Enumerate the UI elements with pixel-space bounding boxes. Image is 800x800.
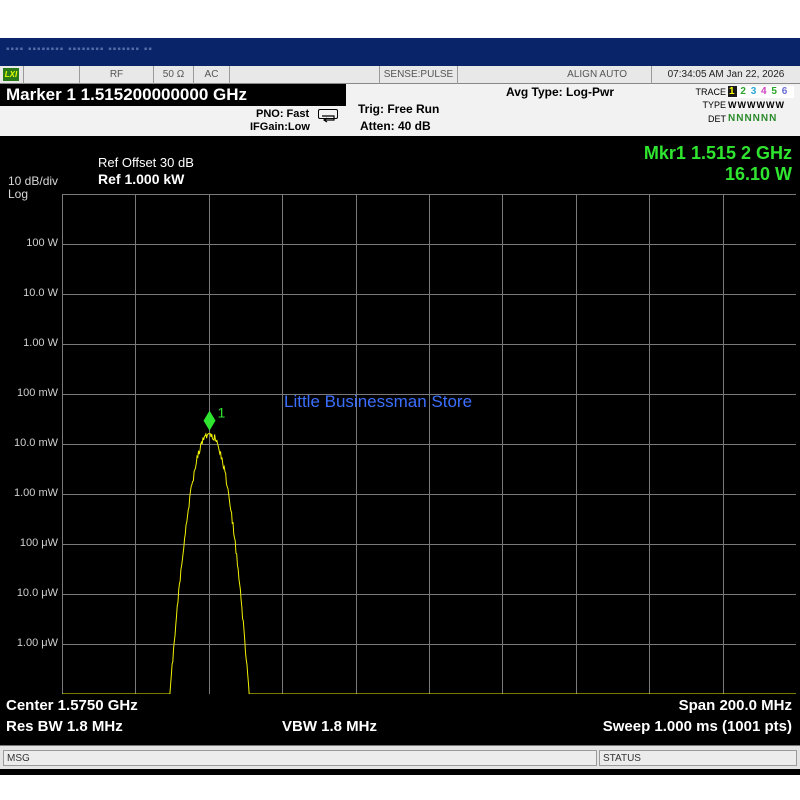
window-title-text: ▪▪▪▪ ▪▪▪▪▪▪▪▪ ▪▪▪▪▪▪▪▪ ▪▪▪▪▪▪▪ ▪▪ [6, 44, 153, 55]
blank-cell [24, 66, 80, 84]
marker-1: 1 [203, 405, 226, 431]
marker-number-label: 1 [218, 405, 226, 421]
y-axis-label: 100 μW [19, 537, 58, 549]
message-bar: MSG STATUS [0, 745, 800, 769]
lxi-cell: LXI [0, 66, 24, 84]
spectrum-plot[interactable]: 1 [62, 194, 796, 694]
trigger-setting: Trig: Free Run [358, 102, 440, 116]
y-axis-label: 100 W [26, 237, 58, 249]
lxi-logo: LXI [3, 68, 19, 81]
y-axis-label: 1.00 W [23, 337, 58, 349]
pno-toggle-icon [318, 109, 338, 123]
scale-per-div: 10 dB/div [8, 174, 59, 188]
impedance-cell[interactable]: 50 Ω [154, 66, 194, 84]
trace-1-indicator[interactable]: 1 [728, 86, 737, 97]
y-axis-label: 10.0 μW [16, 587, 58, 599]
msg-field: MSG [3, 750, 597, 766]
det-values: NNNNNN [728, 113, 778, 124]
marker-frequency-readout: Mkr1 1.515 2 GHz [643, 143, 792, 163]
blank-cell-2 [230, 66, 380, 84]
align-cell: ALIGN AUTO [458, 66, 652, 84]
coupling-cell[interactable]: AC [194, 66, 230, 84]
y-axis-label: 10.0 W [23, 287, 58, 299]
marker-amplitude-readout: 16.10 W [724, 164, 792, 184]
spectrum-display: Ref Offset 30 dB Ref 1.000 kW 10 dB/div … [0, 138, 800, 695]
status-strip: LXI RF 50 Ω AC SENSE:PULSE ALIGN AUTO 07… [0, 66, 800, 84]
sense-cell: SENSE:PULSE [380, 66, 458, 84]
ref-level[interactable]: Ref 1.000 kW [98, 171, 184, 187]
type-label: TYPE [702, 100, 726, 110]
footer-settings: Center 1.5750 GHz Span 200.0 MHz Res BW … [0, 695, 800, 741]
y-axis-label: 10.0 mW [13, 437, 58, 449]
ifgain-setting: IFGain:Low [250, 121, 310, 133]
watermark-text: Little Businessman Store [284, 392, 473, 411]
span-setting[interactable]: Span 200.0 MHz [679, 697, 792, 714]
trace-status-box: TRACE 1 2 3 4 5 6 TYPE WWWWWW DET NNNNNN [654, 84, 800, 134]
vbw-setting[interactable]: VBW 1.8 MHz [282, 718, 377, 735]
ref-offset: Ref Offset 30 dB [98, 155, 194, 170]
settings-header: Marker 1 1.515200000000 GHz PNO: Fast IF… [0, 84, 800, 138]
res-bw-setting[interactable]: Res BW 1.8 MHz [6, 718, 123, 735]
status-field: STATUS [599, 750, 797, 766]
y-axis-label: 1.00 μW [16, 637, 58, 649]
avg-type-setting: Avg Type: Log-Pwr [506, 85, 614, 99]
y-axis-label: 1.00 mW [13, 487, 58, 499]
rf-input-cell[interactable]: RF [80, 66, 154, 84]
y-axis-label: 100 mW [17, 387, 58, 399]
datetime-cell: 07:34:05 AM Jan 22, 2026 [667, 69, 785, 80]
trace-label: TRACE [695, 87, 726, 97]
type-values: WWWWWW [728, 100, 785, 110]
sweep-setting[interactable]: Sweep 1.000 ms (1001 pts) [603, 718, 792, 735]
marker-diamond [203, 410, 216, 431]
attenuation-setting: Atten: 40 dB [360, 119, 431, 133]
trace-numbers[interactable]: 1 2 3 4 5 6 [728, 86, 794, 98]
window-bottom-edge [0, 769, 800, 775]
pno-setting: PNO: Fast [256, 108, 310, 120]
window-title-bar: ▪▪▪▪ ▪▪▪▪▪▪▪▪ ▪▪▪▪▪▪▪▪ ▪▪▪▪▪▪▪ ▪▪ [0, 38, 800, 66]
marker-title[interactable]: Marker 1 1.515200000000 GHz [0, 84, 346, 106]
scale-type: Log [8, 187, 29, 201]
det-label: DET [708, 114, 726, 124]
plot-grid [62, 194, 796, 694]
center-frequency[interactable]: Center 1.5750 GHz [6, 697, 138, 714]
